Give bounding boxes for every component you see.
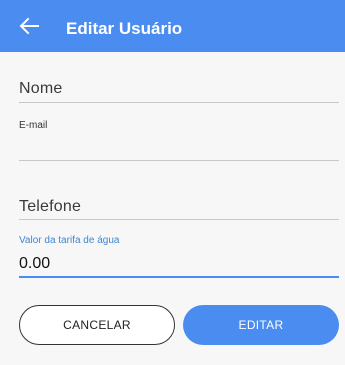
arrow-left-icon[interactable] bbox=[18, 16, 40, 36]
name-underline bbox=[19, 102, 339, 103]
cancel-button[interactable]: CANCELAR bbox=[19, 305, 175, 345]
phone-underline bbox=[19, 219, 339, 220]
phone-placeholder: Telefone bbox=[19, 198, 82, 215]
email-field[interactable]: E-mail bbox=[19, 120, 339, 162]
name-field[interactable]: Nome bbox=[19, 78, 339, 104]
page-title: Editar Usuário bbox=[66, 19, 183, 38]
email-underline bbox=[19, 160, 339, 161]
water-rate-label: Valor da tarifa de água bbox=[19, 235, 120, 246]
water-rate-underline bbox=[19, 276, 339, 278]
email-label: E-mail bbox=[19, 120, 48, 131]
app-bar: Editar Usuário bbox=[0, 0, 345, 52]
phone-field[interactable]: Telefone bbox=[19, 196, 339, 222]
water-rate-value: 0.00 bbox=[19, 255, 51, 272]
name-placeholder: Nome bbox=[19, 80, 63, 97]
edit-button[interactable]: EDITAR bbox=[183, 305, 339, 345]
water-rate-field[interactable]: Valor da tarifa de água 0.00 bbox=[19, 235, 339, 281]
